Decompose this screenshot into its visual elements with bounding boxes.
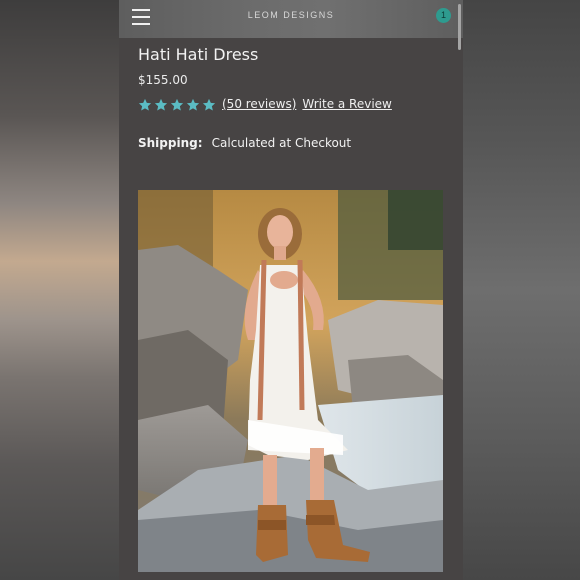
product-price: $155.00 xyxy=(138,73,188,87)
product-title: Hati Hati Dress xyxy=(138,45,259,64)
star-icon xyxy=(202,97,216,111)
write-review-link[interactable]: Write a Review xyxy=(302,97,391,111)
star-icon xyxy=(138,97,152,111)
rating-row: (50 reviews) Write a Review xyxy=(138,97,392,111)
site-header: LEOM DESIGNS 1 xyxy=(119,0,463,38)
star-icon xyxy=(170,97,184,111)
product-photo[interactable] xyxy=(138,190,443,572)
background-right xyxy=(463,0,580,580)
shipping-value: Calculated at Checkout xyxy=(211,136,352,150)
reviews-count-link[interactable]: (50 reviews) xyxy=(222,97,296,111)
brand-logo[interactable]: LEOM DESIGNS xyxy=(119,10,463,20)
cart-count-badge[interactable]: 1 xyxy=(436,8,451,23)
star-icon xyxy=(154,97,168,111)
background-left xyxy=(0,0,119,580)
mobile-product-page: LEOM DESIGNS 1 Hati Hati Dress $155.00 (… xyxy=(119,0,463,580)
star-icon xyxy=(186,97,200,111)
scrollbar[interactable] xyxy=(458,4,461,50)
shipping-label: Shipping: xyxy=(138,136,203,150)
shipping-info: Shipping: Calculated at Checkout xyxy=(138,132,351,151)
product-photo-illustration xyxy=(138,190,443,572)
